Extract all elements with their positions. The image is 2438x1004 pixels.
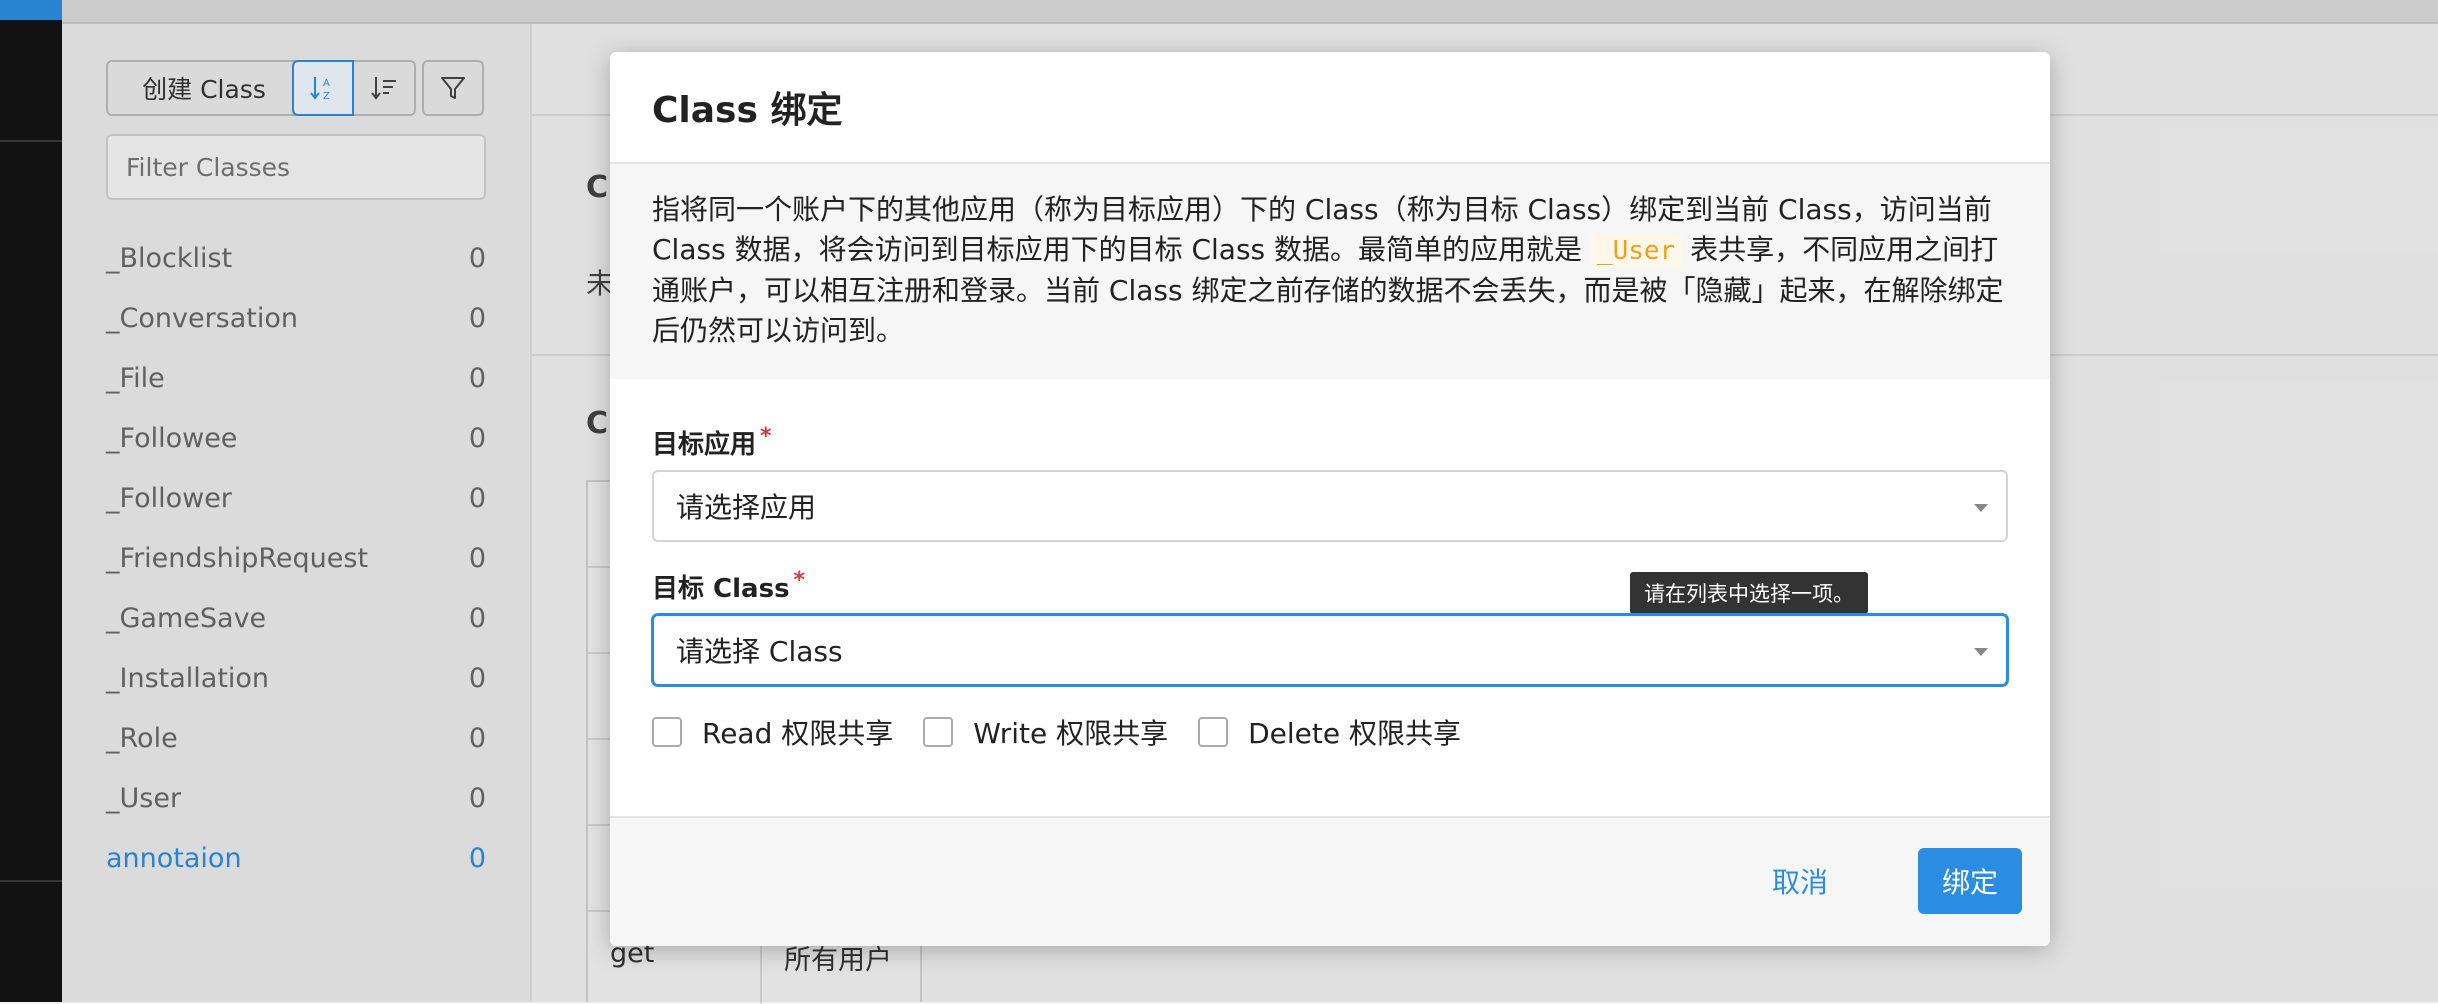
- target-app-label-text: 目标应用: [652, 430, 757, 460]
- dialog-description: 指将同一个账户下的其他应用（称为目标应用）下的 Class（称为目标 Class…: [610, 164, 2050, 379]
- write-share-label: Write 权限共享: [973, 717, 1169, 750]
- chevron-down-icon: [1974, 504, 1988, 512]
- checkbox-box[interactable]: [652, 717, 682, 747]
- target-app-select-value: 请选择应用: [676, 491, 817, 524]
- dialog-footer: 取消 绑定: [610, 816, 2050, 946]
- dialog-title: Class 绑定: [652, 90, 843, 131]
- target-app-select[interactable]: 请选择应用: [652, 470, 2008, 542]
- checkbox-box[interactable]: [1198, 717, 1229, 747]
- cancel-button[interactable]: 取消: [1750, 848, 1850, 914]
- validation-tooltip: 请在列表中选择一项。: [1630, 572, 1868, 614]
- target-class-label-text: 目标 Class: [652, 574, 790, 604]
- target-class-label: 目标 Class *: [652, 568, 805, 605]
- required-mark: *: [793, 568, 806, 593]
- chevron-down-icon: [1974, 648, 1988, 656]
- permission-share-options: Read 权限共享 Write 权限共享 Delete 权限共享: [652, 712, 1491, 752]
- checkbox-box[interactable]: [923, 717, 954, 747]
- target-app-label: 目标应用 *: [652, 424, 772, 461]
- class-bind-dialog: Class 绑定 指将同一个账户下的其他应用（称为目标应用）下的 Class（称…: [610, 52, 2050, 946]
- delete-share-checkbox[interactable]: Delete 权限共享: [1198, 712, 1461, 752]
- bind-confirm-button[interactable]: 绑定: [1918, 848, 2022, 914]
- target-class-select[interactable]: 请选择 Class: [652, 614, 2008, 686]
- delete-share-label: Delete 权限共享: [1248, 717, 1461, 750]
- write-share-checkbox[interactable]: Write 权限共享: [923, 712, 1168, 752]
- read-share-label: Read 权限共享: [702, 717, 894, 750]
- required-mark: *: [760, 424, 772, 449]
- read-share-checkbox[interactable]: Read 权限共享: [652, 712, 893, 752]
- user-class-code: _User: [1590, 234, 1682, 268]
- target-class-select-value: 请选择 Class: [676, 635, 843, 668]
- dialog-header: Class 绑定: [610, 52, 2050, 164]
